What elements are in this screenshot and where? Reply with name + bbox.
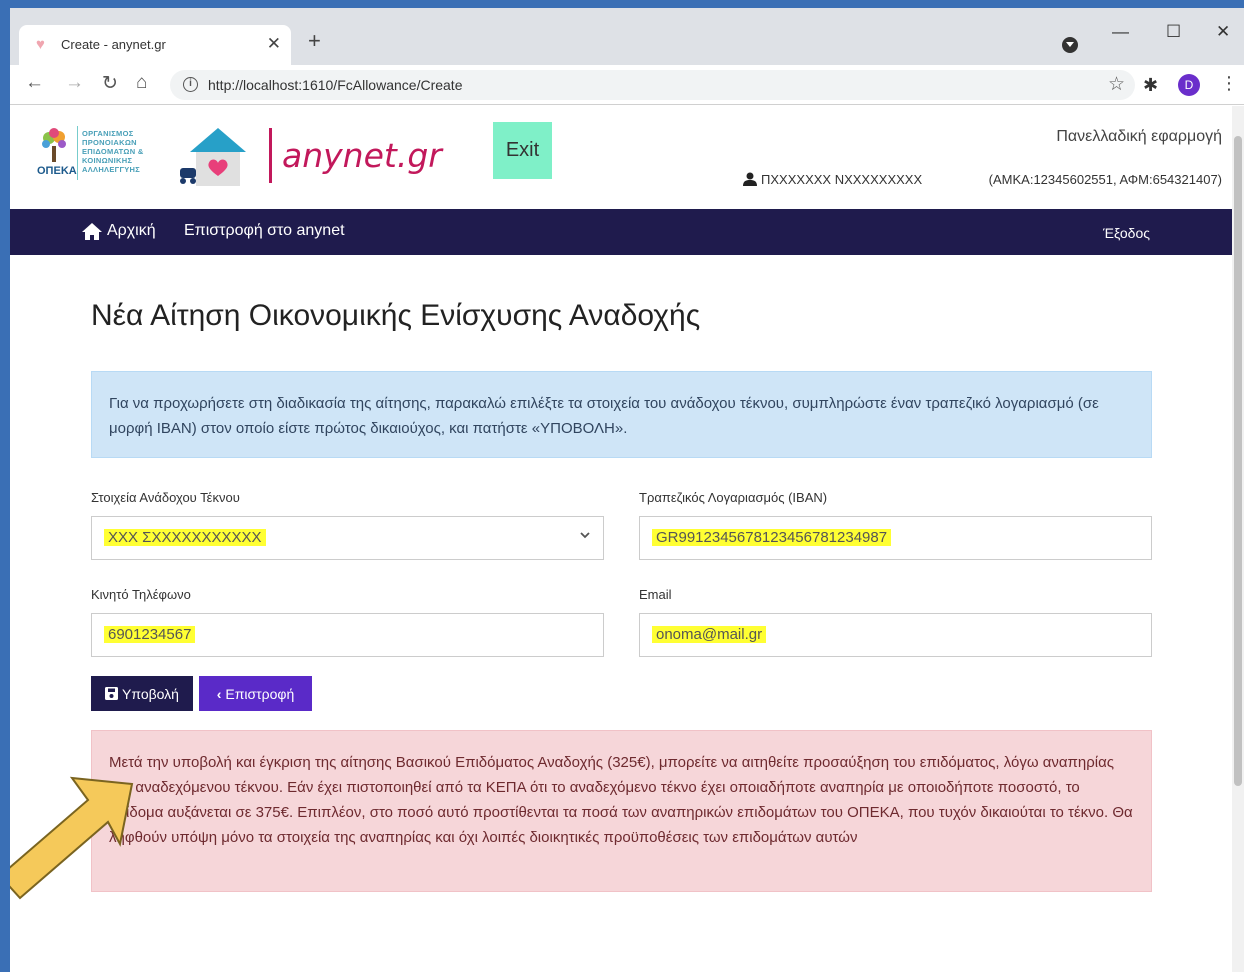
address-bar[interactable]: i http://localhost:1610/FcAllowance/Crea… — [170, 70, 1135, 100]
opeka-line-4: ΚΟΙΝΩΝΙΚΗΣ — [82, 156, 133, 165]
minimize-icon[interactable]: — — [1112, 22, 1129, 42]
nav-logout-link[interactable]: Έξοδος — [1103, 225, 1150, 241]
extensions-puzzle-icon[interactable]: ✱ — [1143, 75, 1158, 96]
iban-input[interactable]: GR9912345678123456781234987 — [639, 516, 1152, 560]
back-arrow-icon[interactable]: ← — [25, 72, 44, 94]
back-button[interactable]: ‹ Επιστροφή — [199, 676, 312, 711]
bookmark-star-icon[interactable]: ☆ — [1108, 73, 1125, 96]
browser-toolbar: ← → ↻ ⌂ i http://localhost:1610/FcAllowa… — [10, 65, 1244, 105]
page-content: ΟΠΕΚΑ ΟΡΓΑΝΙΣΜΟΣ ΠΡΟΝΟΙΑΚΩΝ ΕΠΙΔΟΜΑΤΩΝ &… — [10, 106, 1232, 972]
page-scrollbar[interactable] — [1232, 106, 1244, 972]
iban-value: GR9912345678123456781234987 — [652, 529, 892, 546]
user-name: ΠΧΧΧΧΧΧΧ ΝΧΧΧΧΧΧΧΧΧ — [761, 172, 923, 187]
save-icon — [105, 687, 119, 700]
email-label: Email — [639, 587, 672, 602]
nav-back-to-anynet-link[interactable]: Επιστροφή στο anynet — [184, 222, 345, 240]
chevron-left-icon: ‹ — [216, 685, 222, 702]
submit-label: Υποβολή — [122, 685, 179, 702]
email-input[interactable]: onoma@mail.gr — [639, 613, 1152, 657]
child-select-label: Στοιχεία Ανάδοχου Τέκνου — [91, 490, 240, 505]
opeka-line-3: ΕΠΙΔΟΜΑΤΩΝ & — [82, 147, 144, 156]
browser-menu-icon[interactable]: ⋮ — [1220, 73, 1238, 94]
chevron-down-icon — [580, 532, 590, 539]
nav-home-link[interactable]: Αρχική — [82, 222, 156, 240]
tab-strip: ♥ Create - anynet.gr ✕ + — ☐ ✕ — [10, 8, 1244, 65]
maximize-icon[interactable]: ☐ — [1166, 22, 1181, 42]
user-icon — [743, 172, 757, 186]
submit-button[interactable]: Υποβολή — [91, 676, 193, 711]
profile-avatar[interactable]: D — [1178, 74, 1200, 96]
child-select-value: ΧΧΧ ΣΧΧΧΧΧΧΧΧΧΧΧ — [104, 529, 266, 546]
close-window-icon[interactable]: ✕ — [1216, 22, 1230, 42]
exit-button[interactable]: Exit — [493, 122, 552, 179]
phone-value: 6901234567 — [104, 626, 196, 643]
main-navbar: Αρχική Επιστροφή στο anynet Έξοδος — [10, 209, 1232, 255]
site-header: ΟΠΕΚΑ ΟΡΓΑΝΙΣΜΟΣ ΠΡΟΝΟΙΑΚΩΝ ΕΠΙΔΟΜΑΤΩΝ &… — [10, 106, 1232, 209]
child-select[interactable]: ΧΧΧ ΣΧΧΧΧΧΧΧΧΧΧΧ — [91, 516, 604, 560]
opeka-line-5: ΑΛΛΗΛΕΓΓΥΗΣ — [82, 165, 141, 174]
home-page-icon[interactable]: ⌂ — [136, 72, 147, 94]
scroll-thumb[interactable] — [1234, 136, 1242, 786]
app-label: Πανελλαδική εφαρμογή — [1056, 128, 1222, 145]
phone-label: Κινητό Τηλέφωνο — [91, 587, 191, 602]
email-value: onoma@mail.gr — [652, 626, 767, 643]
forward-arrow-icon[interactable]: → — [65, 72, 84, 94]
close-tab-icon[interactable]: ✕ — [267, 34, 281, 54]
brand-divider — [269, 128, 272, 183]
info-alert: Για να προχωρήσετε στη διαδικασία της αί… — [91, 371, 1152, 458]
nav-home-label: Αρχική — [107, 222, 156, 239]
anynet-brand: anynet.gr — [282, 136, 442, 175]
browser-tab[interactable]: ♥ Create - anynet.gr ✕ — [19, 25, 291, 65]
iban-label: Τραπεζικός Λογαριασμός (IBAN) — [639, 490, 828, 505]
browser-window: ♥ Create - anynet.gr ✕ + — ☐ ✕ ← → ↻ ⌂ i… — [10, 8, 1244, 972]
home-icon — [82, 222, 102, 240]
opeka-divider — [77, 126, 78, 180]
house-logo-icon — [180, 128, 246, 186]
site-info-icon[interactable]: i — [183, 77, 198, 92]
media-dropdown-icon[interactable] — [1062, 37, 1078, 53]
opeka-tree-icon — [42, 128, 66, 162]
disability-notice-alert: Μετά την υποβολή και έγκριση της αίτησης… — [91, 730, 1152, 892]
url-text: http://localhost:1610/FcAllowance/Create — [208, 77, 463, 93]
heart-favicon-icon: ♥ — [36, 36, 45, 53]
back-label: Επιστροφή — [225, 685, 295, 702]
opeka-logo: ΟΠΕΚΑ ΟΡΓΑΝΙΣΜΟΣ ΠΡΟΝΟΙΑΚΩΝ ΕΠΙΔΟΜΑΤΩΝ &… — [37, 126, 173, 184]
opeka-line-2: ΠΡΟΝΟΙΑΚΩΝ — [82, 138, 137, 147]
user-ids: (ΑΜΚΑ:12345602551, ΑΦΜ:654321407) — [988, 172, 1222, 187]
new-tab-icon[interactable]: + — [308, 28, 321, 54]
phone-input[interactable]: 6901234567 — [91, 613, 604, 657]
opeka-word: ΟΠΕΚΑ — [37, 165, 77, 177]
opeka-line-1: ΟΡΓΑΝΙΣΜΟΣ — [82, 129, 134, 138]
reload-icon[interactable]: ↻ — [102, 72, 118, 95]
page-title: Νέα Αίτηση Οικονομικής Ενίσχυσης Αναδοχή… — [91, 299, 701, 332]
opeka-text: ΟΡΓΑΝΙΣΜΟΣ ΠΡΟΝΟΙΑΚΩΝ ΕΠΙΔΟΜΑΤΩΝ & ΚΟΙΝΩ… — [82, 129, 144, 174]
tab-title: Create - anynet.gr — [61, 37, 166, 52]
